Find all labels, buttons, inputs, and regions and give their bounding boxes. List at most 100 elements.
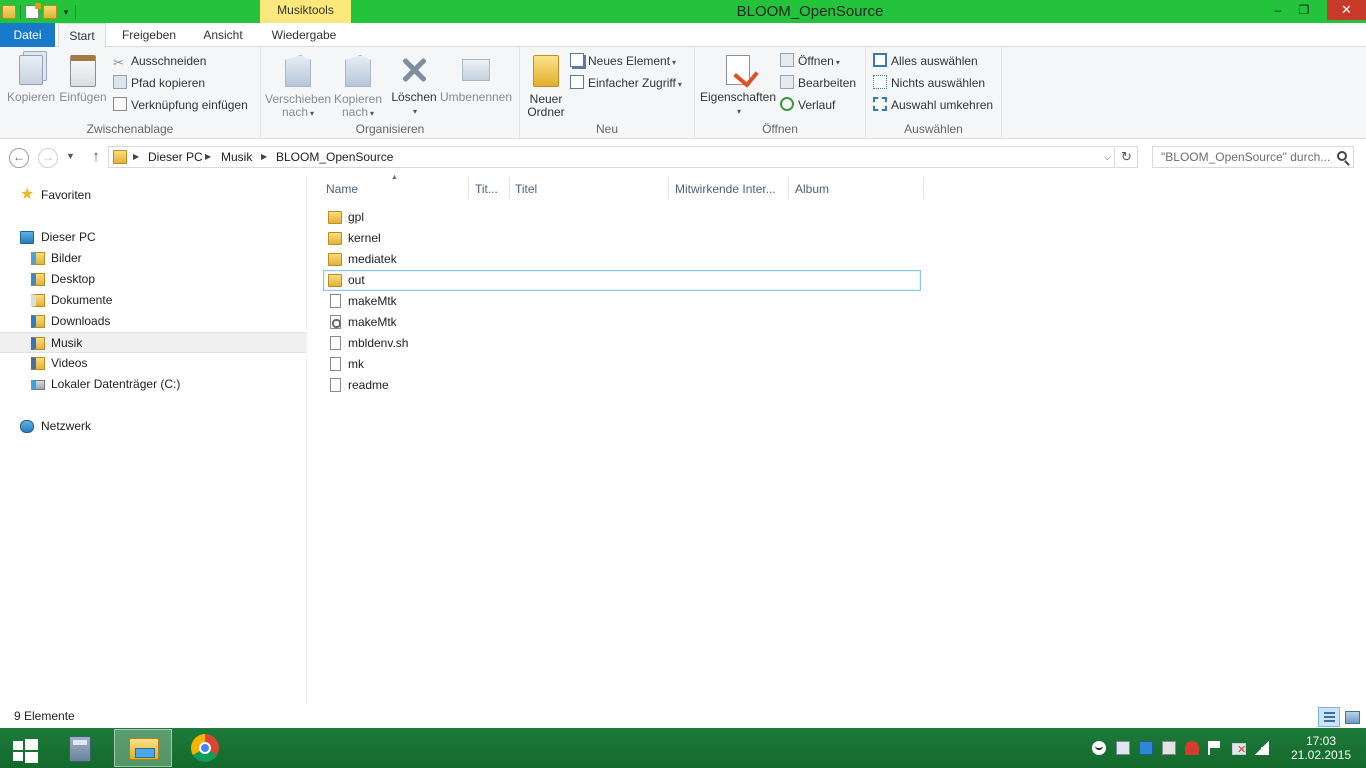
paste-shortcut-button[interactable]: Verknüpfung einfügen <box>113 95 248 115</box>
rename-button[interactable]: Umbenennen <box>439 51 513 104</box>
open-button[interactable]: Öffnen ▾ <box>780 51 840 71</box>
refresh-button[interactable]: ↻ <box>1116 146 1138 168</box>
nav-network[interactable]: Netzwerk <box>0 416 306 437</box>
tab-view[interactable]: Ansicht <box>193 23 253 47</box>
file-row[interactable]: gpl <box>323 207 921 228</box>
move-to-button[interactable]: Verschieben nach ▾ <box>265 51 331 120</box>
start-button[interactable] <box>6 732 44 764</box>
edit-button[interactable]: Bearbeiten <box>780 73 856 93</box>
action-center-flag-icon[interactable] <box>1208 741 1222 755</box>
column-divider[interactable] <box>668 177 669 199</box>
history-button[interactable]: Verlauf <box>780 95 835 115</box>
customize-toolbar-icon[interactable]: ▾ <box>61 5 71 19</box>
breadcrumb-this-pc[interactable]: Dieser PC <box>148 147 203 167</box>
new-item-button[interactable]: Neues Element ▾ <box>570 51 676 71</box>
address-dropdown-icon[interactable]: ⌵ <box>1104 147 1111 167</box>
paste-button[interactable]: Einfügen <box>58 51 108 104</box>
new-folder-button[interactable]: Neuer Ordner <box>524 51 568 119</box>
address-bar[interactable]: ▶ Dieser PC ▶ Musik ▶ BLOOM_OpenSource ⌵ <box>108 146 1115 168</box>
tab-file[interactable]: Datei <box>0 23 55 47</box>
column-divider[interactable] <box>509 177 510 199</box>
nav-downloads[interactable]: Downloads <box>0 311 306 332</box>
delete-button[interactable]: Löschen ▾ <box>391 51 437 118</box>
close-button[interactable]: ✕ <box>1327 0 1366 20</box>
file-row-selected[interactable]: out <box>323 270 921 291</box>
breadcrumb-music[interactable]: Musik <box>221 147 252 167</box>
file-row[interactable]: mk <box>323 354 921 375</box>
select-none-button[interactable]: Nichts auswählen <box>873 73 985 93</box>
file-row[interactable]: makeMtk <box>323 312 921 333</box>
copy-path-button[interactable]: Pfad kopieren <box>113 73 205 93</box>
column-divider[interactable] <box>923 177 924 199</box>
column-header-name[interactable]: Name <box>322 179 468 199</box>
copy-button[interactable]: Kopieren <box>6 51 56 104</box>
select-group-label: Auswählen <box>904 122 963 136</box>
column-header-title[interactable]: Titel <box>511 179 667 199</box>
network-disconnected-icon[interactable] <box>1231 741 1246 756</box>
taskbar-file-explorer[interactable] <box>114 729 172 767</box>
tab-share[interactable]: Freigeben <box>112 23 186 47</box>
column-divider[interactable] <box>468 177 469 199</box>
nav-this-pc[interactable]: Dieser PC <box>0 227 306 248</box>
file-row[interactable]: mediatek <box>323 249 921 270</box>
recent-locations-icon[interactable]: ▼ <box>66 151 75 161</box>
minimize-button[interactable]: – <box>1265 0 1291 20</box>
device-icon[interactable] <box>1162 741 1176 755</box>
copy-to-label-2: nach <box>341 105 368 119</box>
pictures-folder-icon <box>31 252 45 265</box>
display-icon[interactable] <box>1116 741 1130 755</box>
chrome-icon <box>191 734 219 762</box>
nav-music[interactable]: Musik <box>0 332 306 353</box>
file-icon <box>330 336 341 350</box>
breadcrumb-chevron-icon[interactable]: ▶ <box>205 147 211 167</box>
easy-access-button[interactable]: Einfacher Zugriff ▾ <box>570 73 682 93</box>
nav-label: Videos <box>51 356 88 370</box>
folder-icon[interactable] <box>2 4 16 19</box>
details-view-icon[interactable] <box>1318 707 1340 727</box>
file-row[interactable]: mbldenv.sh <box>323 333 921 354</box>
file-row[interactable]: makeMtk <box>323 291 921 312</box>
search-input[interactable] <box>1153 147 1331 167</box>
search-icon[interactable] <box>1337 151 1347 161</box>
breadcrumb-chevron-icon[interactable]: ▶ <box>133 147 139 167</box>
feedback-icon[interactable] <box>1092 741 1106 755</box>
cut-button[interactable]: ✂ Ausschneiden <box>113 51 206 71</box>
file-row[interactable]: readme <box>323 375 921 396</box>
up-arrow-icon[interactable]: ↑ <box>88 148 104 165</box>
large-icons-view-icon[interactable] <box>1342 707 1362 727</box>
remote-desktop-icon[interactable] <box>1185 741 1199 755</box>
nav-pictures[interactable]: Bilder <box>0 248 306 269</box>
taskbar-chrome[interactable] <box>176 729 234 767</box>
properties-button[interactable]: Eigenschaften ▾ <box>699 51 777 118</box>
column-header-artist[interactable]: Mitwirkende Inter... <box>671 179 788 199</box>
taskbar-calculator[interactable] <box>52 729 110 767</box>
window-title: BLOOM_OpenSource <box>736 3 884 20</box>
column-header-album[interactable]: Album <box>791 179 921 199</box>
column-divider[interactable] <box>788 177 789 199</box>
properties-icon[interactable] <box>25 2 41 19</box>
system-tray <box>1088 728 1278 768</box>
new-folder-icon[interactable] <box>43 4 57 19</box>
app-tray-icon[interactable] <box>1139 741 1153 755</box>
tab-play[interactable]: Wiedergabe <box>262 23 346 47</box>
column-header-track[interactable]: Tit... <box>471 179 509 199</box>
breadcrumb-chevron-icon[interactable]: ▶ <box>261 147 267 167</box>
nav-documents[interactable]: Dokumente <box>0 290 306 311</box>
back-button[interactable]: ← <box>9 148 29 168</box>
select-all-button[interactable]: Alles auswählen <box>873 51 978 71</box>
maximize-button[interactable]: ❐ <box>1291 0 1317 20</box>
volume-icon[interactable]: 🔈︎ <box>1261 741 1275 755</box>
nav-videos[interactable]: Videos <box>0 353 306 374</box>
breadcrumb-current-folder[interactable]: BLOOM_OpenSource <box>276 147 393 167</box>
copy-to-button[interactable]: Kopieren nach ▾ <box>331 51 385 120</box>
clock[interactable]: 17:03 21.02.2015 <box>1290 734 1352 762</box>
nav-desktop[interactable]: Desktop <box>0 269 306 290</box>
nav-favorites[interactable]: ★ Favoriten <box>0 185 306 206</box>
nav-local-disk[interactable]: Lokaler Datenträger (C:) <box>0 374 306 395</box>
file-row[interactable]: kernel <box>323 228 921 249</box>
tab-start[interactable]: Start <box>58 23 106 48</box>
copy-label: Kopieren <box>6 90 56 104</box>
forward-button[interactable]: → <box>38 148 58 168</box>
invert-selection-button[interactable]: Auswahl umkehren <box>873 95 993 115</box>
column-header-label: Name <box>326 182 359 196</box>
